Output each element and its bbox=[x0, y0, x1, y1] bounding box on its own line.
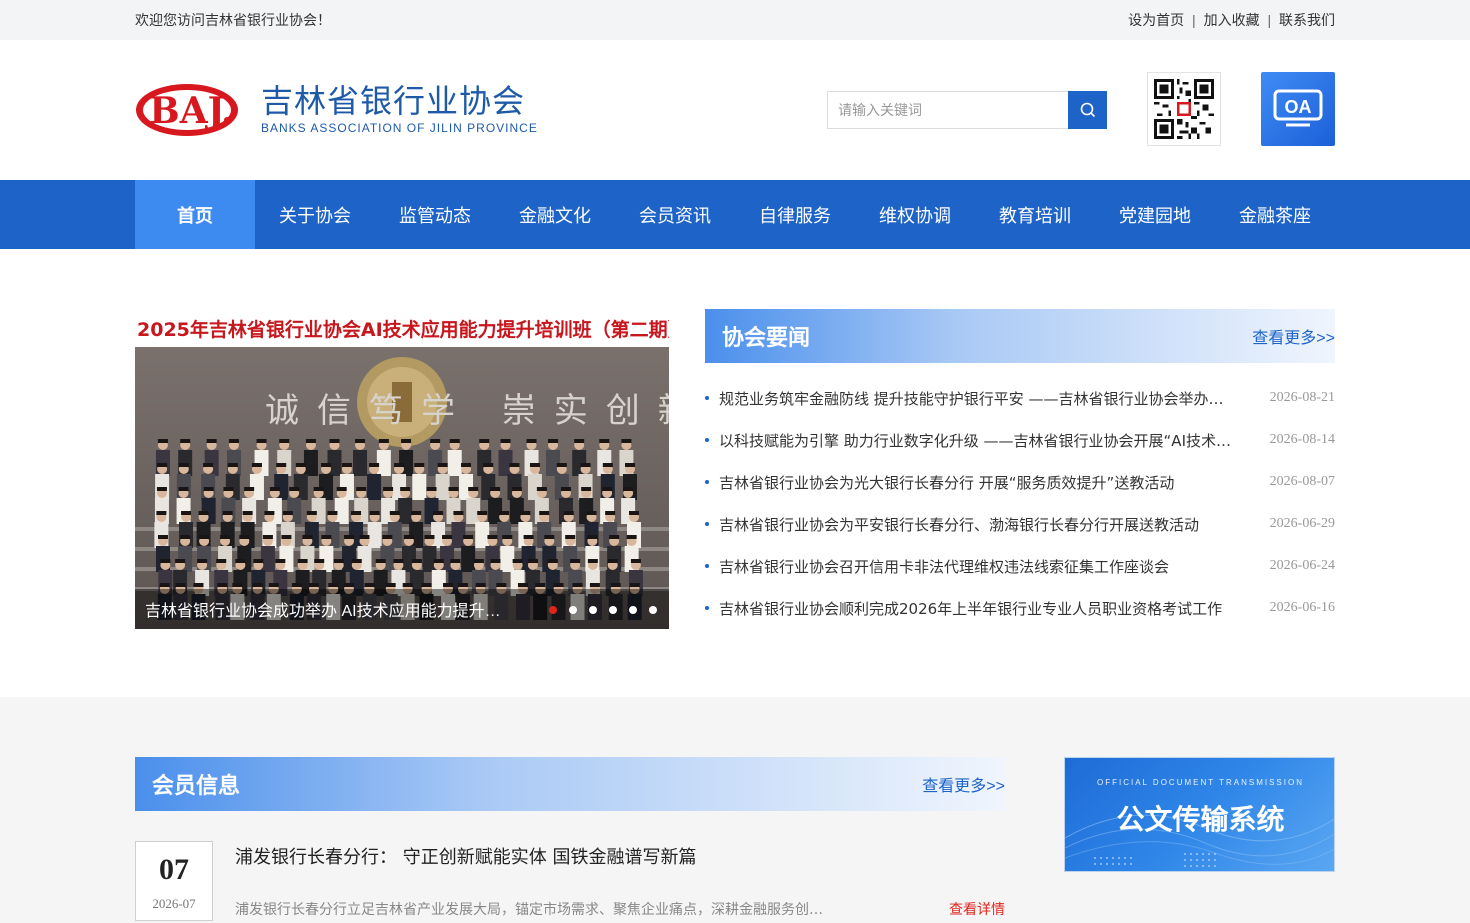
news-item[interactable]: 吉林省银行业协会为平安银行长春分行、渤海银行长春分行开展送教活动 2026-06-… bbox=[705, 503, 1335, 545]
nav-item-rights[interactable]: 维权协调 bbox=[855, 180, 975, 249]
qr-code-image bbox=[1147, 72, 1221, 146]
member-heading: 会员信息 bbox=[152, 774, 241, 799]
slider-dot[interactable] bbox=[649, 606, 657, 614]
set-home-link[interactable]: 设为首页 bbox=[1128, 12, 1184, 28]
slider-dot[interactable] bbox=[589, 606, 597, 614]
member-section: 会员信息 查看更多>> 07 2026-07 浦发银行长春分行： 守正创新赋能实… bbox=[0, 697, 1470, 923]
contact-link[interactable]: 联系我们 bbox=[1279, 12, 1335, 28]
nav-item-party[interactable]: 党建园地 bbox=[1095, 180, 1215, 249]
header: BAJ 吉林省银行业协会 BANKS ASSOCIATION OF JILIN … bbox=[0, 40, 1470, 180]
news-date: 2026-06-16 bbox=[1269, 600, 1335, 615]
news-item[interactable]: 吉林省银行业协会为光大银行长春分行 开展“服务质效提升”送教活动 2026-08-… bbox=[705, 461, 1335, 503]
slide-headline[interactable]: 2025年吉林省银行业协会AI技术应用能力提升培训班（第二期） bbox=[135, 309, 669, 347]
nav-item-home[interactable]: 首页 bbox=[135, 180, 255, 249]
slider-dot[interactable] bbox=[569, 606, 577, 614]
news-date: 2026-06-29 bbox=[1269, 516, 1335, 531]
news-item[interactable]: 规范业务筑牢金融防线 提升技能守护银行平安 ——吉林省银行业协会举办相关培训 20… bbox=[705, 377, 1335, 419]
main-nav: 首页 关于协会 监管动态 金融文化 会员资讯 自律服务 维权协调 教育培训 党建… bbox=[0, 180, 1470, 249]
news-title[interactable]: 吉林省银行业协会顺利完成2026年上半年银行业专业人员职业资格考试工作 bbox=[719, 598, 1231, 619]
slider-dots bbox=[549, 606, 657, 614]
news-title[interactable]: 吉林省银行业协会为平安银行长春分行、渤海银行长春分行开展送教活动 bbox=[719, 514, 1231, 535]
member-info: 会员信息 查看更多>> 07 2026-07 浦发银行长春分行： 守正创新赋能实… bbox=[135, 757, 1005, 923]
welcome-text: 欢迎您访问吉林省银行业协会！ bbox=[135, 12, 331, 28]
separator: | bbox=[1192, 12, 1196, 28]
search-box bbox=[827, 91, 1107, 129]
banner-cn-text: 公文传输系统 bbox=[1116, 803, 1285, 836]
banner-en-text: OFFICIAL DOCUMENT TRANSMISSION bbox=[1097, 778, 1304, 787]
news-more-link[interactable]: 查看更多>> bbox=[1252, 324, 1335, 348]
bullet-icon bbox=[705, 396, 709, 400]
member-news-title[interactable]: 浦发银行长春分行： 守正创新赋能实体 国铁金融谱写新篇 bbox=[235, 843, 696, 869]
news-date: 2026-06-24 bbox=[1269, 558, 1335, 573]
member-news-summary: 浦发银行长春分行立足吉林省产业发展大局，锚定市场需求、聚焦企业痛点，深耕金融服务… bbox=[235, 902, 835, 918]
news-title[interactable]: 吉林省银行业协会为光大银行长春分行 开展“服务质效提升”送教活动 bbox=[719, 472, 1231, 493]
bullet-icon bbox=[705, 564, 709, 568]
nav-item-member-news[interactable]: 会员资讯 bbox=[615, 180, 735, 249]
news-header: 协会要闻 查看更多>> bbox=[705, 309, 1335, 363]
top-bar: 欢迎您访问吉林省银行业协会！ 设为首页 | 加入收藏 | 联系我们 bbox=[0, 0, 1470, 40]
oa-monitor-icon: OA bbox=[1273, 89, 1323, 127]
logo-letters: BAJ bbox=[149, 90, 224, 132]
nav-item-self-discipline[interactable]: 自律服务 bbox=[735, 180, 855, 249]
news-section: 2025年吉林省银行业协会AI技术应用能力提升培训班（第二期） 诚信笃学 崇实创… bbox=[0, 249, 1470, 697]
separator: | bbox=[1267, 12, 1272, 28]
search-button[interactable] bbox=[1068, 91, 1107, 129]
nav-item-regulation[interactable]: 监管动态 bbox=[375, 180, 495, 249]
news-date: 2026-08-14 bbox=[1269, 432, 1335, 447]
association-news: 协会要闻 查看更多>> 规范业务筑牢金融防线 提升技能守护银行平安 ——吉林省银… bbox=[705, 309, 1335, 629]
news-heading: 协会要闻 bbox=[722, 326, 811, 351]
nav-item-tea[interactable]: 金融茶座 bbox=[1215, 180, 1335, 249]
bullet-icon bbox=[705, 606, 709, 610]
news-date: 2026-08-07 bbox=[1269, 474, 1335, 489]
search-input[interactable] bbox=[827, 91, 1068, 129]
slider-dot[interactable] bbox=[549, 606, 557, 614]
news-date: 2026-08-21 bbox=[1269, 390, 1335, 405]
slider-dot[interactable] bbox=[629, 606, 637, 614]
banner-wall-text: 诚信笃学 崇实创新 bbox=[265, 391, 669, 431]
logo-mark-icon: BAJ bbox=[135, 80, 241, 138]
member-more-link[interactable]: 查看更多>> bbox=[922, 772, 1005, 796]
news-item[interactable]: 以科技赋能为引擎 助力行业数字化升级 ——吉林省银行业协会开展“AI技术应用”培… bbox=[705, 419, 1335, 461]
nav-item-training[interactable]: 教育培训 bbox=[975, 180, 1095, 249]
slide-photo[interactable]: 诚信笃学 崇实创新 吉林省银行业协会成功举办 AI技术应用能力提升培训班（第二期… bbox=[135, 347, 669, 629]
date-day: 07 bbox=[159, 853, 189, 886]
site-name-cn: 吉林省银行业协会 bbox=[261, 82, 526, 120]
news-title[interactable]: 规范业务筑牢金融防线 提升技能守护银行平安 ——吉林省银行业协会举办相关培训 bbox=[719, 388, 1231, 409]
site-name-en: BANKS ASSOCIATION OF JILIN PROVINCE bbox=[261, 121, 538, 135]
search-icon bbox=[1080, 102, 1095, 118]
date-box: 07 2026-07 bbox=[135, 841, 213, 921]
oa-system-button[interactable]: OA bbox=[1261, 72, 1335, 146]
bookmark-link[interactable]: 加入收藏 bbox=[1204, 12, 1260, 28]
nav-item-culture[interactable]: 金融文化 bbox=[495, 180, 615, 249]
news-item[interactable]: 吉林省银行业协会召开信用卡非法代理维权违法线索征集工作座谈会 2026-06-24 bbox=[705, 545, 1335, 587]
bullet-icon bbox=[705, 438, 709, 442]
member-header: 会员信息 查看更多>> bbox=[135, 757, 1005, 811]
slide-caption: 吉林省银行业协会成功举办 AI技术应用能力提升培训班（第二期） bbox=[145, 603, 505, 620]
slider-dot[interactable] bbox=[609, 606, 617, 614]
photo-slider[interactable]: 2025年吉林省银行业协会AI技术应用能力提升培训班（第二期） 诚信笃学 崇实创… bbox=[135, 309, 669, 629]
news-item[interactable]: 吉林省银行业协会顺利完成2026年上半年银行业专业人员职业资格考试工作 2026-… bbox=[705, 587, 1335, 629]
news-list: 规范业务筑牢金融防线 提升技能守护银行平安 ——吉林省银行业协会举办相关培训 20… bbox=[705, 377, 1335, 629]
news-title[interactable]: 吉林省银行业协会召开信用卡非法代理维权违法线索征集工作座谈会 bbox=[719, 556, 1231, 577]
bullet-icon bbox=[705, 522, 709, 526]
news-title[interactable]: 以科技赋能为引擎 助力行业数字化升级 ——吉林省银行业协会开展“AI技术应用”培… bbox=[719, 430, 1231, 451]
nav-item-about[interactable]: 关于协会 bbox=[255, 180, 375, 249]
date-year-month: 2026-07 bbox=[152, 896, 196, 911]
document-system-banner[interactable]: OFFICIAL DOCUMENT TRANSMISSION 公文传输系统 bbox=[1064, 757, 1335, 872]
top-links: 设为首页 | 加入收藏 | 联系我们 bbox=[1128, 10, 1335, 30]
site-logo[interactable]: BAJ 吉林省银行业协会 BANKS ASSOCIATION OF JILIN … bbox=[135, 80, 538, 138]
view-detail-link[interactable]: 查看详情 bbox=[949, 899, 1005, 919]
member-news-item[interactable]: 07 2026-07 浦发银行长春分行： 守正创新赋能实体 国铁金融谱写新篇 浦… bbox=[135, 841, 1005, 923]
bullet-icon bbox=[705, 480, 709, 484]
svg-text:OA: OA bbox=[1285, 97, 1312, 117]
